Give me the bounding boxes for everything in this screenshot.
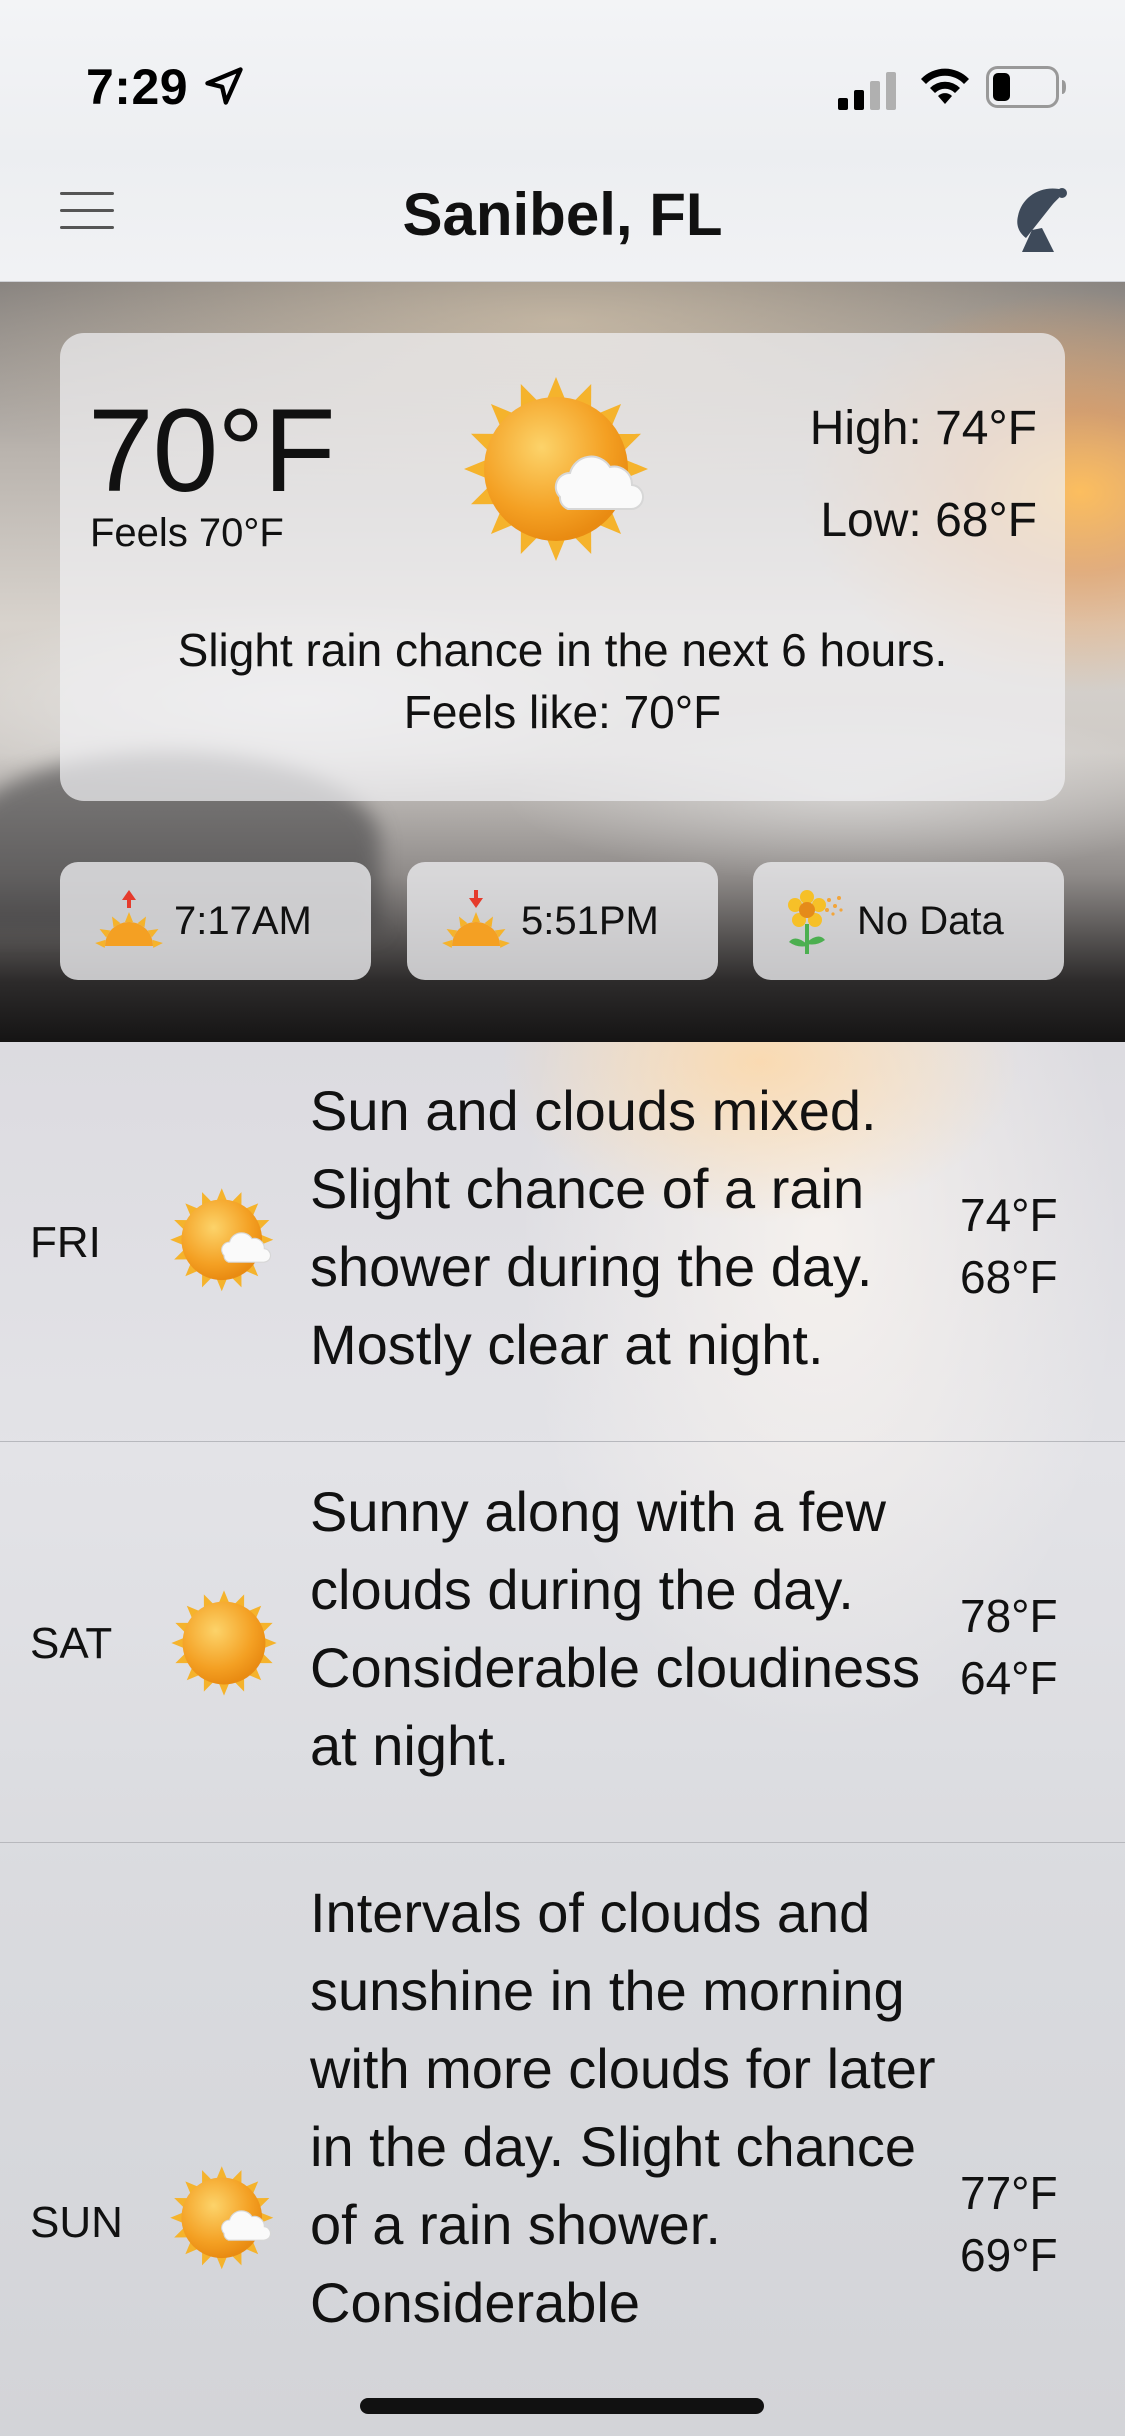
location-title: Sanibel, FL	[402, 181, 723, 248]
forecast-summary: Slight rain chance in the next 6 hours.	[177, 624, 948, 676]
sunset-icon	[442, 890, 510, 948]
location-arrow-icon	[205, 67, 243, 105]
low-temperature: Low: 68°F	[820, 494, 1037, 547]
day-temperatures: 78°F 64°F	[960, 1585, 1058, 1709]
day-temperatures: 77°F 69°F	[960, 2162, 1058, 2286]
day-high: 78°F	[960, 1590, 1058, 1642]
home-indicator[interactable]	[360, 2398, 764, 2414]
high-temperature: High: 74°F	[809, 402, 1037, 455]
forecast-row-sun[interactable]: SUN Intervals of clouds and sunshine in …	[0, 1844, 1125, 2436]
current-temperature: 70°F	[88, 385, 336, 517]
day-high: 77°F	[960, 2167, 1058, 2219]
current-conditions-card[interactable]: 70°F Feels 70°F High: 74°F Low: 68°F Sli…	[60, 333, 1065, 801]
forecast-row-fri[interactable]: FRI Sun and clouds mixed. Slight chance …	[0, 1042, 1125, 1442]
forecast-row-sat[interactable]: SAT Sunny along with a few clouds during…	[0, 1443, 1125, 1843]
sunrise-time: 7:17AM	[174, 898, 312, 943]
pollen-pill[interactable]: No Data	[753, 862, 1064, 980]
day-label: FRI	[30, 1218, 101, 1267]
feels-like-summary: Feels like: 70°F	[403, 686, 722, 738]
wifi-icon	[921, 68, 969, 104]
satellite-dish-icon[interactable]	[1012, 180, 1078, 252]
day-label: SAT	[30, 1619, 113, 1668]
status-bar: 7:29	[0, 0, 1125, 170]
day-description: Sunny along with a few clouds during the…	[310, 1480, 921, 1777]
navigation-bar: Sanibel, FL	[0, 150, 1125, 282]
day-temperatures: 74°F 68°F	[960, 1184, 1058, 1308]
status-time: 7:29	[86, 59, 189, 115]
pollen-value: No Data	[857, 898, 1004, 943]
pollen-flower-icon	[788, 890, 843, 954]
day-low: 68°F	[960, 1251, 1058, 1303]
day-low: 64°F	[960, 1652, 1058, 1704]
sunrise-icon	[95, 890, 163, 948]
day-label: SUN	[30, 2198, 123, 2247]
battery-icon	[986, 66, 1066, 108]
sun-cloud-icon	[170, 2166, 274, 2270]
cellular-signal-icon	[838, 72, 896, 110]
day-low: 69°F	[960, 2229, 1058, 2281]
day-high: 74°F	[960, 1189, 1058, 1241]
day-description: Sun and clouds mixed. Slight chance of a…	[310, 1079, 877, 1376]
day-description: Intervals of clouds and sunshine in the …	[310, 1881, 936, 2334]
sun-cloud-icon	[170, 1188, 274, 1292]
feels-like-short: Feels 70°F	[90, 511, 284, 555]
sunset-pill[interactable]: 5:51PM	[407, 862, 718, 980]
sun-icon	[171, 1590, 277, 1696]
sunset-time: 5:51PM	[521, 898, 659, 943]
sun-cloud-icon	[464, 377, 648, 561]
sunrise-pill[interactable]: 7:17AM	[60, 862, 371, 980]
daily-forecast-list[interactable]: FRI Sun and clouds mixed. Slight chance …	[0, 1042, 1125, 2436]
